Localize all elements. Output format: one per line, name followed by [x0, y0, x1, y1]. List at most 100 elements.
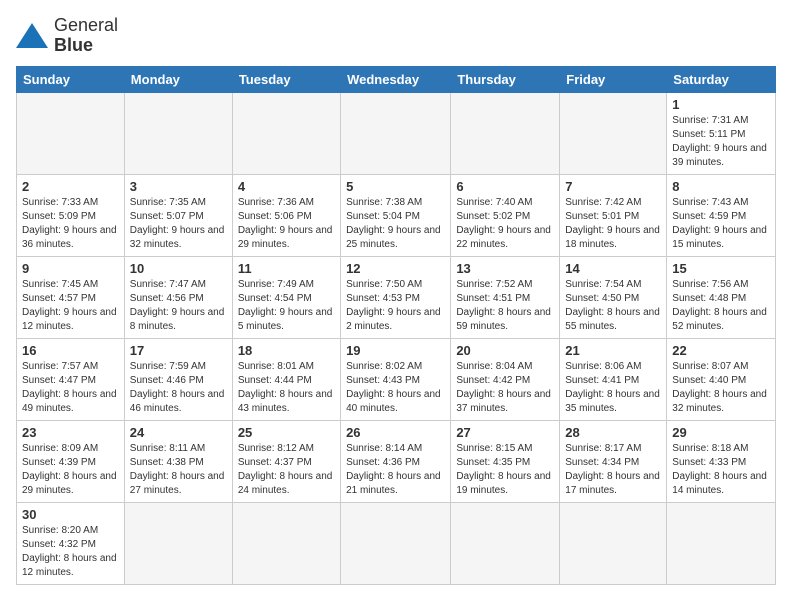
calendar-cell: 26 Sunrise: 8:14 AM Sunset: 4:36 PM Dayli…: [341, 420, 451, 502]
day-number: 7: [565, 179, 661, 194]
calendar-cell: [341, 502, 451, 584]
day-info: Sunrise: 8:12 AM Sunset: 4:37 PM Dayligh…: [238, 442, 335, 498]
day-number: 1: [672, 97, 770, 112]
calendar-cell: 21 Sunrise: 8:06 AM Sunset: 4:41 PM Dayli…: [560, 338, 667, 420]
calendar-cell: 7 Sunrise: 7:42 AM Sunset: 5:01 PM Daylig…: [560, 174, 667, 256]
day-info: Sunrise: 7:45 AM Sunset: 4:57 PM Dayligh…: [22, 278, 119, 334]
calendar-cell: [124, 502, 232, 584]
calendar-cell: 16Sunrise: 7:57 AM Sunset: 4:47 PM Dayli…: [17, 338, 125, 420]
day-info: Sunrise: 8:20 AM Sunset: 4:32 PM Dayligh…: [22, 524, 119, 580]
calendar-cell: 25 Sunrise: 8:12 AM Sunset: 4:37 PM Dayli…: [232, 420, 340, 502]
calendar-cell: [232, 502, 340, 584]
calendar-cell: 17 Sunrise: 7:59 AM Sunset: 4:46 PM Dayli…: [124, 338, 232, 420]
day-number: 5: [346, 179, 445, 194]
day-number: 12: [346, 261, 445, 276]
calendar-week-row: 2 Sunrise: 7:33 AM Sunset: 5:09 PM Daylig…: [17, 174, 776, 256]
day-number: 22: [672, 343, 770, 358]
calendar-cell: [667, 502, 776, 584]
calendar-cell: 14Sunrise: 7:54 AM Sunset: 4:50 PM Dayli…: [560, 256, 667, 338]
calendar-header-wednesday: Wednesday: [341, 66, 451, 92]
day-number: 17: [130, 343, 227, 358]
day-info: Sunrise: 7:33 AM Sunset: 5:09 PM Dayligh…: [22, 196, 119, 252]
day-info: Sunrise: 7:42 AM Sunset: 5:01 PM Dayligh…: [565, 196, 661, 252]
day-number: 21: [565, 343, 661, 358]
day-number: 3: [130, 179, 227, 194]
calendar-cell: 11 Sunrise: 7:49 AM Sunset: 4:54 PM Dayli…: [232, 256, 340, 338]
calendar-cell: 6Sunrise: 7:40 AM Sunset: 5:02 PM Daylig…: [451, 174, 560, 256]
day-number: 28: [565, 425, 661, 440]
calendar-cell: 4 Sunrise: 7:36 AM Sunset: 5:06 PM Daylig…: [232, 174, 340, 256]
day-info: Sunrise: 7:59 AM Sunset: 4:46 PM Dayligh…: [130, 360, 227, 416]
calendar-cell: 20Sunrise: 8:04 AM Sunset: 4:42 PM Dayli…: [451, 338, 560, 420]
calendar-cell: 18 Sunrise: 8:01 AM Sunset: 4:44 PM Dayli…: [232, 338, 340, 420]
calendar-cell: 3 Sunrise: 7:35 AM Sunset: 5:07 PM Daylig…: [124, 174, 232, 256]
calendar-cell: 28 Sunrise: 8:17 AM Sunset: 4:34 PM Dayli…: [560, 420, 667, 502]
calendar-week-row: 1Sunrise: 7:31 AM Sunset: 5:11 PM Daylig…: [17, 92, 776, 174]
logo: GeneralBlue: [16, 16, 118, 56]
calendar-cell: 1Sunrise: 7:31 AM Sunset: 5:11 PM Daylig…: [667, 92, 776, 174]
day-info: Sunrise: 7:52 AM Sunset: 4:51 PM Dayligh…: [456, 278, 554, 334]
day-number: 13: [456, 261, 554, 276]
day-info: Sunrise: 8:01 AM Sunset: 4:44 PM Dayligh…: [238, 360, 335, 416]
day-info: Sunrise: 8:07 AM Sunset: 4:40 PM Dayligh…: [672, 360, 770, 416]
calendar-cell: [341, 92, 451, 174]
calendar-cell: 30 Sunrise: 8:20 AM Sunset: 4:32 PM Dayli…: [17, 502, 125, 584]
day-info: Sunrise: 8:06 AM Sunset: 4:41 PM Dayligh…: [565, 360, 661, 416]
calendar-header-monday: Monday: [124, 66, 232, 92]
calendar-cell: 2 Sunrise: 7:33 AM Sunset: 5:09 PM Daylig…: [17, 174, 125, 256]
day-info: Sunrise: 8:14 AM Sunset: 4:36 PM Dayligh…: [346, 442, 445, 498]
day-info: Sunrise: 8:17 AM Sunset: 4:34 PM Dayligh…: [565, 442, 661, 498]
day-number: 6: [456, 179, 554, 194]
calendar-cell: 24 Sunrise: 8:11 AM Sunset: 4:38 PM Dayli…: [124, 420, 232, 502]
calendar-cell: 12 Sunrise: 7:50 AM Sunset: 4:53 PM Dayli…: [341, 256, 451, 338]
day-info: Sunrise: 7:56 AM Sunset: 4:48 PM Dayligh…: [672, 278, 770, 334]
day-number: 26: [346, 425, 445, 440]
calendar-cell: [124, 92, 232, 174]
calendar-cell: [232, 92, 340, 174]
calendar-table: SundayMondayTuesdayWednesdayThursdayFrid…: [16, 66, 776, 585]
day-number: 11: [238, 261, 335, 276]
day-number: 4: [238, 179, 335, 194]
calendar-header-friday: Friday: [560, 66, 667, 92]
day-info: Sunrise: 8:11 AM Sunset: 4:38 PM Dayligh…: [130, 442, 227, 498]
day-info: Sunrise: 7:43 AM Sunset: 4:59 PM Dayligh…: [672, 196, 770, 252]
day-info: Sunrise: 7:36 AM Sunset: 5:06 PM Dayligh…: [238, 196, 335, 252]
day-number: 24: [130, 425, 227, 440]
calendar-cell: 19Sunrise: 8:02 AM Sunset: 4:43 PM Dayli…: [341, 338, 451, 420]
day-number: 30: [22, 507, 119, 522]
calendar-week-row: 23 Sunrise: 8:09 AM Sunset: 4:39 PM Dayli…: [17, 420, 776, 502]
calendar-cell: 5Sunrise: 7:38 AM Sunset: 5:04 PM Daylig…: [341, 174, 451, 256]
calendar-cell: 13 Sunrise: 7:52 AM Sunset: 4:51 PM Dayli…: [451, 256, 560, 338]
day-number: 14: [565, 261, 661, 276]
calendar-cell: [560, 502, 667, 584]
calendar-header-row: SundayMondayTuesdayWednesdayThursdayFrid…: [17, 66, 776, 92]
calendar-header-thursday: Thursday: [451, 66, 560, 92]
day-number: 27: [456, 425, 554, 440]
calendar-week-row: 9 Sunrise: 7:45 AM Sunset: 4:57 PM Daylig…: [17, 256, 776, 338]
logo-text: GeneralBlue: [54, 16, 118, 56]
day-info: Sunrise: 7:50 AM Sunset: 4:53 PM Dayligh…: [346, 278, 445, 334]
day-number: 19: [346, 343, 445, 358]
calendar-cell: 29 Sunrise: 8:18 AM Sunset: 4:33 PM Dayli…: [667, 420, 776, 502]
calendar-cell: 8 Sunrise: 7:43 AM Sunset: 4:59 PM Daylig…: [667, 174, 776, 256]
day-number: 9: [22, 261, 119, 276]
calendar-week-row: 16Sunrise: 7:57 AM Sunset: 4:47 PM Dayli…: [17, 338, 776, 420]
calendar-cell: 10Sunrise: 7:47 AM Sunset: 4:56 PM Dayli…: [124, 256, 232, 338]
day-info: Sunrise: 7:35 AM Sunset: 5:07 PM Dayligh…: [130, 196, 227, 252]
day-number: 18: [238, 343, 335, 358]
calendar-cell: 15Sunrise: 7:56 AM Sunset: 4:48 PM Dayli…: [667, 256, 776, 338]
calendar-cell: 9 Sunrise: 7:45 AM Sunset: 4:57 PM Daylig…: [17, 256, 125, 338]
day-info: Sunrise: 8:09 AM Sunset: 4:39 PM Dayligh…: [22, 442, 119, 498]
day-number: 2: [22, 179, 119, 194]
day-number: 25: [238, 425, 335, 440]
day-info: Sunrise: 7:47 AM Sunset: 4:56 PM Dayligh…: [130, 278, 227, 334]
day-info: Sunrise: 7:49 AM Sunset: 4:54 PM Dayligh…: [238, 278, 335, 334]
day-info: Sunrise: 7:57 AM Sunset: 4:47 PM Dayligh…: [22, 360, 119, 416]
day-number: 8: [672, 179, 770, 194]
day-info: Sunrise: 8:18 AM Sunset: 4:33 PM Dayligh…: [672, 442, 770, 498]
day-number: 23: [22, 425, 119, 440]
calendar-cell: 22 Sunrise: 8:07 AM Sunset: 4:40 PM Dayli…: [667, 338, 776, 420]
calendar-cell: [560, 92, 667, 174]
day-number: 20: [456, 343, 554, 358]
day-number: 29: [672, 425, 770, 440]
